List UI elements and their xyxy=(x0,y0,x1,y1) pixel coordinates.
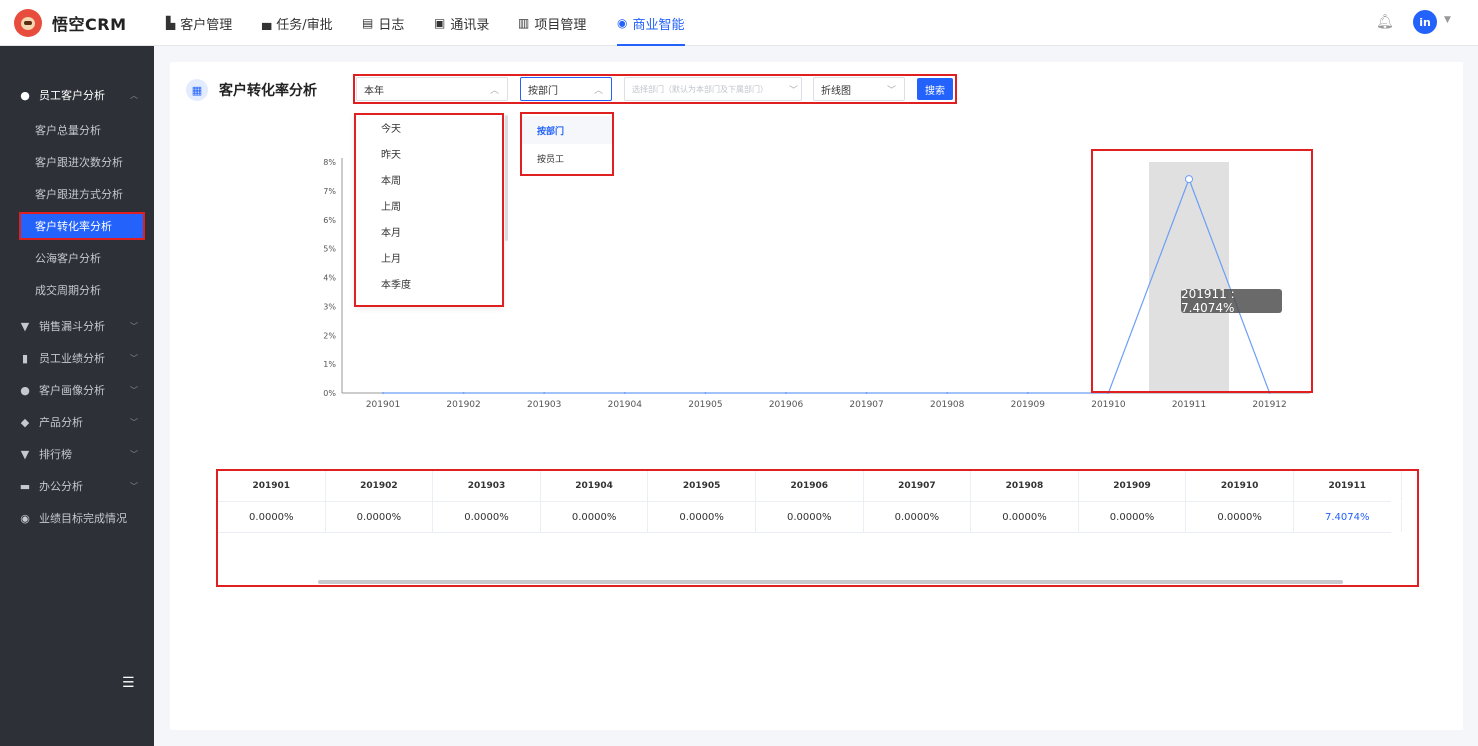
data-point[interactable] xyxy=(1026,392,1029,394)
table-header-cell: 201906 xyxy=(756,471,864,501)
x-tick-label: 201912 xyxy=(1252,400,1286,410)
table-header-cell: 201904 xyxy=(541,471,649,501)
y-tick-label: 7% xyxy=(323,187,336,196)
table-header-cell: 201911 xyxy=(1294,471,1402,501)
y-tick-label: 2% xyxy=(323,331,336,340)
table-cell: 0.0000% xyxy=(1186,502,1294,532)
x-tick-label: 201905 xyxy=(688,400,722,410)
time-option-4[interactable]: 本月 xyxy=(381,224,401,239)
x-tick-label: 201902 xyxy=(446,400,480,410)
data-point[interactable] xyxy=(865,392,868,394)
table-cell: 7.4074% xyxy=(1294,502,1402,532)
y-tick-label: 0% xyxy=(323,389,336,398)
data-point[interactable] xyxy=(623,392,626,394)
x-tick-label: 201911 xyxy=(1172,400,1206,410)
x-tick-label: 201908 xyxy=(930,400,965,410)
table-header-cell: 201903 xyxy=(433,471,541,501)
table-header-row: 201901 201902 201903 201904 201905 201906 2019… xyxy=(218,471,1402,502)
dropdown-scrollbar[interactable] xyxy=(505,115,508,241)
table-cell: 0.0000% xyxy=(218,502,326,532)
table-header-cell: 201908 xyxy=(971,471,1079,501)
table-cell: 0.0000% xyxy=(326,502,434,532)
x-tick-label: 201909 xyxy=(1011,400,1046,410)
time-option-2[interactable]: 本周 xyxy=(381,172,401,187)
x-tick-label: 201906 xyxy=(769,400,804,410)
time-option-0[interactable]: 今天 xyxy=(381,120,401,135)
y-tick-label: 3% xyxy=(323,302,336,311)
dimension-dropdown: 按部门 按员工 xyxy=(520,112,614,176)
table-header-cell: 201907 xyxy=(864,471,972,501)
time-range-dropdown: 今天昨天本周上周本月上月本季度 xyxy=(354,113,508,307)
table-header-cell: 201901 xyxy=(218,471,326,501)
table-cell: 0.0000% xyxy=(971,502,1079,532)
data-point[interactable] xyxy=(462,392,465,394)
x-tick-label: 201907 xyxy=(849,400,883,410)
table-row: 0.0000% 0.0000% 0.0000% 0.0000% 0.0000% 0.000… xyxy=(218,502,1402,533)
table-cell: 0.0000% xyxy=(1079,502,1187,532)
data-point[interactable] xyxy=(543,392,546,394)
table-header-cell: 201902 xyxy=(326,471,434,501)
data-point[interactable] xyxy=(785,392,787,394)
table-header-cell: 201909 xyxy=(1079,471,1187,501)
time-option-6[interactable]: 本季度 xyxy=(381,276,411,291)
peak-highlight xyxy=(1091,149,1313,393)
data-table: 201901 201902 201903 201904 201905 201906 2019… xyxy=(218,471,1402,533)
data-point[interactable] xyxy=(946,392,949,394)
table-cell: 0.0000% xyxy=(648,502,756,532)
time-option-1[interactable]: 昨天 xyxy=(381,146,401,161)
y-tick-label: 6% xyxy=(323,216,336,225)
y-tick-label: 5% xyxy=(323,245,336,254)
y-tick-label: 1% xyxy=(323,360,336,369)
table-cell: 0.0000% xyxy=(756,502,864,532)
y-tick-label: 4% xyxy=(323,274,336,283)
table-cell: 0.0000% xyxy=(864,502,972,532)
table-horizontal-scrollbar[interactable] xyxy=(318,580,1343,584)
chart-tooltip: 201911 : 7.4074% xyxy=(1181,287,1282,315)
data-point[interactable] xyxy=(382,392,384,394)
data-point[interactable] xyxy=(704,392,707,394)
x-tick-label: 201901 xyxy=(366,400,400,410)
x-tick-label: 201904 xyxy=(608,400,643,410)
table-cell: 0.0000% xyxy=(541,502,649,532)
table-cell: 0.0000% xyxy=(433,502,541,532)
table-header-cell: 201905 xyxy=(648,471,756,501)
time-option-5[interactable]: 上月 xyxy=(381,250,401,265)
y-tick-label: 8% xyxy=(323,158,336,167)
x-tick-label: 201910 xyxy=(1091,400,1126,410)
dimension-option-1[interactable]: 按员工 xyxy=(522,144,612,172)
table-header-cell: 201910 xyxy=(1186,471,1294,501)
dimension-option-0[interactable]: 按部门 xyxy=(522,116,612,144)
x-tick-label: 201903 xyxy=(527,400,561,410)
time-option-3[interactable]: 上周 xyxy=(381,198,401,213)
